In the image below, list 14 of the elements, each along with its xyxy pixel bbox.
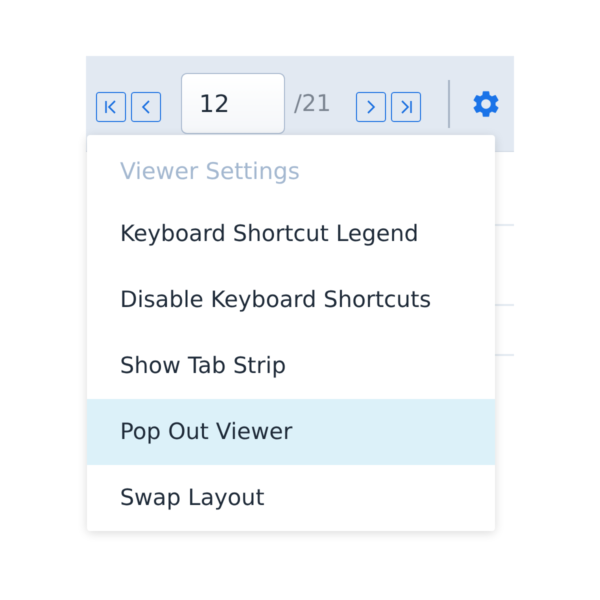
previous-page-button[interactable] (131, 92, 161, 122)
chevron-left-icon (142, 100, 150, 114)
chevron-right-icon (367, 100, 375, 114)
page-number-field[interactable]: 12 (181, 73, 285, 134)
menu-item[interactable]: Keyboard Shortcut Legend (87, 201, 495, 267)
menu-item[interactable]: Pop Out Viewer (87, 399, 495, 465)
page-total: /21 (294, 90, 332, 116)
menu-header: Viewer Settings (119, 158, 301, 187)
menu-item[interactable]: Swap Layout (87, 465, 495, 531)
menu-item[interactable]: Show Tab Strip (87, 333, 495, 399)
last-page-button[interactable] (391, 92, 421, 122)
menu-item[interactable]: Disable Keyboard Shortcuts (87, 267, 495, 333)
next-page-button[interactable] (356, 92, 386, 122)
first-page-button[interactable] (96, 92, 126, 122)
